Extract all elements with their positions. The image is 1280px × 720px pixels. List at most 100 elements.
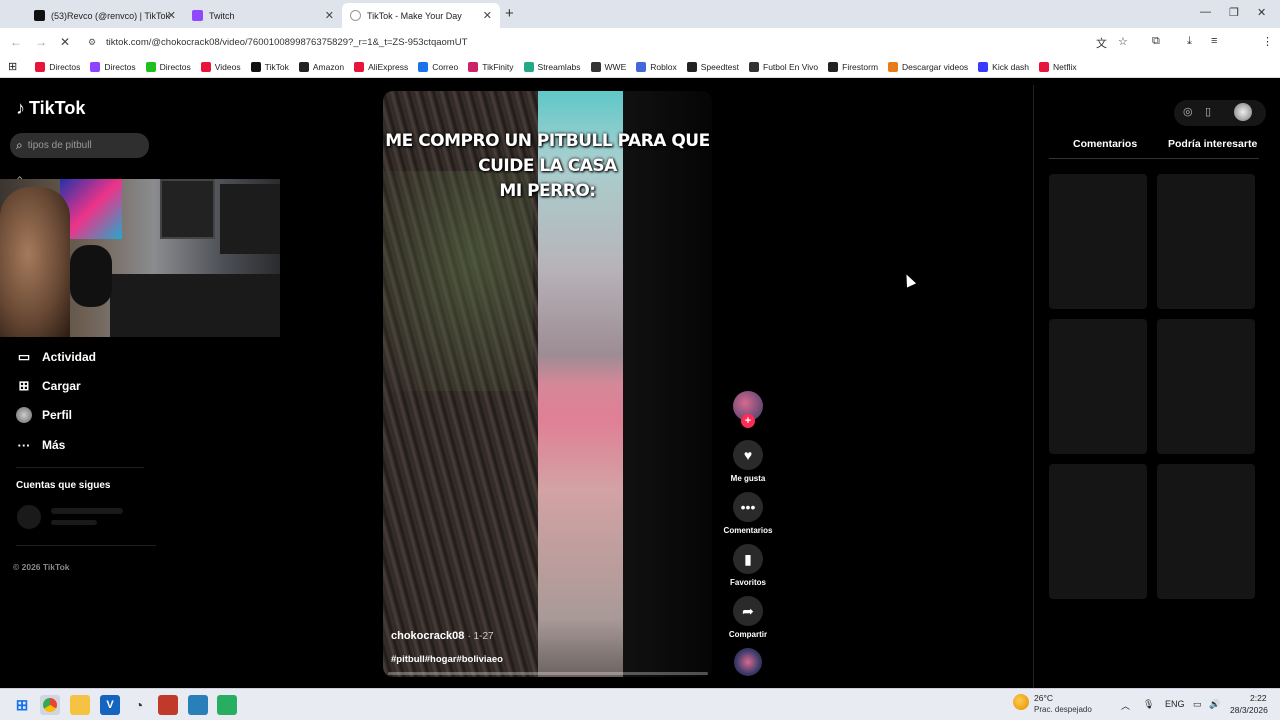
bookmark-item[interactable]: Directos [90, 61, 136, 72]
volume-icon[interactable]: 🔊 [1209, 699, 1220, 710]
extensions-icon[interactable]: ⧉ [1152, 35, 1160, 48]
phone-icon[interactable]: ▯ [1205, 105, 1211, 118]
suggested-video-card[interactable] [1157, 319, 1255, 454]
heart-icon[interactable]: ♥ [733, 440, 763, 470]
bookmark-item[interactable]: Firestorm [828, 61, 878, 72]
address-toolbar: ← → ✕ ⚙ tiktok.com/@chokocrack08/video/7… [0, 28, 1280, 76]
video-date: · 1-27 [467, 631, 494, 642]
activity-icon: ▭ [17, 349, 31, 364]
video-player[interactable]: ME COMPRO UN PITBULL PARA QUE CUIDE LA C… [383, 91, 712, 677]
language-indicator[interactable]: ENG [1165, 699, 1185, 709]
close-tab-icon[interactable]: ✕ [167, 9, 176, 22]
app-icon[interactable] [217, 695, 237, 715]
user-avatar[interactable] [1234, 103, 1252, 121]
minimize-icon[interactable]: — [1200, 6, 1211, 18]
bookmark-item[interactable]: Roblox [636, 61, 677, 72]
suggested-video-card[interactable] [1049, 319, 1147, 454]
tab-tiktok-revco[interactable]: (53)Revco (@renvco) | TikTok ✕ [26, 3, 184, 28]
bookmark-favicon-icon [1039, 61, 1050, 72]
video-frame-curtain-highlight [383, 171, 533, 391]
nav-item-profile[interactable]: Perfil [16, 407, 72, 423]
bookmark-item[interactable]: WWE [590, 61, 626, 72]
forward-icon[interactable]: → [35, 35, 47, 49]
maximize-icon[interactable]: ❐ [1229, 6, 1239, 19]
bookmark-item[interactable]: Directos [35, 61, 80, 72]
bookmark-item[interactable]: TikFinity [468, 61, 514, 72]
video-author[interactable]: chokocrack08 · 1-27 [391, 630, 494, 642]
tiktok-logo[interactable]: ♪ TikTok [16, 98, 85, 119]
bookmark-label: Streamlabs [537, 61, 581, 72]
translate-icon[interactable]: 文 [1096, 35, 1107, 51]
bookmark-item[interactable]: Correo [418, 61, 458, 72]
tab-tiktok-active[interactable]: TikTok - Make Your Day ✕ [342, 3, 500, 28]
suggested-video-card[interactable] [1157, 174, 1255, 309]
bookmark-item[interactable]: TikTok [250, 61, 289, 72]
tab-title: (53)Revco (@renvco) | TikTok [51, 10, 171, 21]
bookmark-item[interactable]: Streamlabs [523, 61, 581, 72]
favorites-action[interactable]: ▮ Favoritos [723, 544, 773, 587]
bookmark-item[interactable]: Videos [200, 61, 241, 72]
obs-icon[interactable]: ◔ [129, 695, 149, 715]
bookmark-item[interactable]: Speedtest [686, 61, 739, 72]
weather-desc[interactable]: Prac. despejado [1034, 705, 1092, 714]
nav-item-upload[interactable]: ⊞ Cargar [16, 378, 81, 394]
vegas-icon[interactable]: V [100, 695, 120, 715]
bookmark-item[interactable]: Netflix [1039, 61, 1077, 72]
close-tab-icon[interactable]: ✕ [483, 9, 492, 22]
bookmark-item[interactable]: Directos [145, 61, 191, 72]
tab-twitch[interactable]: Twitch ✕ [184, 3, 342, 28]
network-icon[interactable]: ▭ [1193, 699, 1202, 710]
photos-icon[interactable] [188, 695, 208, 715]
nav-item-more[interactable]: ··· Más [16, 437, 66, 453]
share-action[interactable]: ➦ Compartir [723, 596, 773, 639]
tab-you-may-like[interactable]: Podría interesarte [1168, 138, 1257, 150]
nav-item-activity[interactable]: ▭ Actividad [16, 349, 96, 365]
new-tab-button[interactable]: + [505, 5, 514, 22]
suggested-video-card[interactable] [1157, 464, 1255, 599]
like-action[interactable]: ♥ Me gusta [723, 440, 773, 483]
bookmark-favicon-icon [636, 61, 647, 72]
menu-kebab-icon[interactable]: ⋮ [1262, 35, 1273, 48]
file-explorer-icon[interactable] [70, 695, 90, 715]
site-info-icon[interactable]: ⚙ [88, 37, 100, 48]
stop-loading-icon[interactable]: ✕ [60, 35, 70, 49]
chrome-taskbar-icon[interactable] [40, 695, 60, 715]
bookmark-item[interactable]: AliExpress [354, 61, 408, 72]
bookmark-item[interactable]: Amazon [298, 61, 344, 72]
back-icon[interactable]: ← [10, 35, 22, 49]
apps-grid-icon[interactable]: ⊞ [8, 60, 17, 73]
bookmark-favicon-icon [35, 61, 46, 72]
search-input[interactable]: ⌕ tipos de pitbull [10, 133, 149, 158]
bookmark-item[interactable]: Kick dash [978, 61, 1029, 72]
app-icon[interactable] [158, 695, 178, 715]
share-icon[interactable]: ➦ [733, 596, 763, 626]
like-label: Me gusta [730, 474, 766, 483]
video-hashtags[interactable]: #pitbull#hogar#boliviaeo [391, 654, 503, 665]
windows-start-icon[interactable]: ⊞ [12, 695, 32, 715]
weather-icon[interactable] [1013, 694, 1029, 710]
download-icon[interactable]: ⤓ [1187, 35, 1192, 48]
clock-date[interactable]: 28/3/2026 [1230, 705, 1268, 715]
suggested-video-card[interactable] [1049, 174, 1147, 309]
weather-temp[interactable]: 26°C [1034, 693, 1053, 703]
close-window-icon[interactable]: ✕ [1257, 6, 1266, 19]
bookmark-item[interactable]: Descargar videos [888, 61, 968, 72]
url-bar[interactable]: ⚙ tiktok.com/@chokocrack08/video/7600100… [80, 31, 1140, 53]
author-username[interactable]: chokocrack08 [391, 630, 464, 642]
comment-icon[interactable]: ••• [733, 492, 763, 522]
tray-chevron-icon[interactable]: ︿ [1121, 699, 1130, 712]
media-controls-icon[interactable]: ≡ [1211, 35, 1217, 47]
explore-icon[interactable]: ◎ [1183, 105, 1193, 118]
follow-plus-button[interactable]: + [741, 414, 755, 428]
comments-action[interactable]: ••• Comentarios [723, 492, 773, 535]
close-tab-icon[interactable]: ✕ [325, 9, 334, 22]
tab-comments[interactable]: Comentarios [1073, 138, 1137, 150]
bookmark-item[interactable]: Futbol En Vivo [749, 61, 818, 72]
bookmark-star-icon[interactable]: ☆ [1118, 35, 1128, 48]
video-progress-bar[interactable] [388, 672, 708, 675]
bookmark-icon[interactable]: ▮ [733, 544, 763, 574]
suggested-video-card[interactable] [1049, 464, 1147, 599]
clock-time[interactable]: 2:22 [1250, 693, 1267, 703]
music-disc-icon[interactable] [734, 648, 762, 676]
microphone-icon[interactable]: 🎙 [1143, 699, 1154, 710]
